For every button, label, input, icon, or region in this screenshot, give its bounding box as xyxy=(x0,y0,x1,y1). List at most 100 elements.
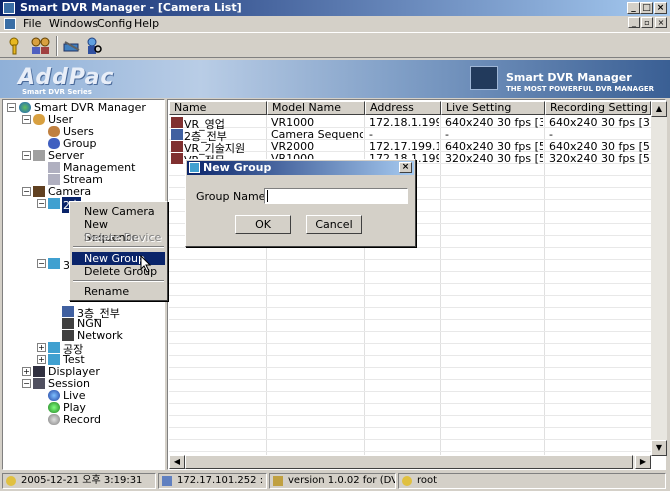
menu-bar: File Windows Config Help xyxy=(0,16,670,32)
clock-icon xyxy=(6,476,16,486)
mdi-minimize-icon[interactable]: _ xyxy=(628,17,640,28)
camera-device-icon xyxy=(171,117,183,128)
menu-windows[interactable]: Windows xyxy=(49,17,98,30)
tree-expander[interactable]: − xyxy=(22,115,31,124)
users-icon[interactable] xyxy=(30,36,50,56)
camera-device-icon xyxy=(62,318,74,329)
menu-rename[interactable]: Rename xyxy=(72,285,165,298)
menu-separator xyxy=(73,280,164,282)
ok-button[interactable]: OK xyxy=(235,215,291,234)
menu-separator xyxy=(73,246,164,248)
dialog-title: New Group xyxy=(203,161,272,174)
camera-device-icon xyxy=(62,330,74,341)
globe-icon xyxy=(19,102,31,113)
camera-device-icon xyxy=(171,153,183,164)
live-icon xyxy=(48,390,60,401)
text-caret xyxy=(267,190,268,202)
grid-line xyxy=(169,331,651,332)
grid-line xyxy=(169,307,651,308)
grid-line xyxy=(169,379,651,380)
grid-line xyxy=(169,295,651,296)
banner-product-name: Smart DVR Manager xyxy=(506,71,632,84)
group-name-input[interactable] xyxy=(264,188,408,204)
tree-expander[interactable]: − xyxy=(37,199,46,208)
menu-delete-device: Delete Device xyxy=(84,231,162,244)
camera-device-icon xyxy=(171,141,183,152)
tree-expander[interactable]: − xyxy=(7,103,16,112)
tree-expander[interactable]: + xyxy=(37,343,46,352)
cancel-button[interactable]: Cancel xyxy=(306,215,362,234)
menu-config[interactable]: Config xyxy=(97,17,132,30)
grid-line xyxy=(169,439,651,440)
column-header-model[interactable]: Model Name xyxy=(267,101,365,115)
column-header-live-setting[interactable]: Live Setting xyxy=(441,101,545,115)
column-header-address[interactable]: Address xyxy=(365,101,441,115)
cell-live-setting: 320x240 30 fps [512k] xyxy=(445,152,543,165)
status-user: root xyxy=(398,473,666,489)
close-icon[interactable]: × xyxy=(654,2,667,14)
grid-line xyxy=(169,355,651,356)
session-icon xyxy=(33,378,45,389)
tree-expander[interactable]: − xyxy=(22,187,31,196)
menu-new-sequence[interactable]: New Sequence xyxy=(72,218,165,244)
scroll-down-icon[interactable]: ▼ xyxy=(651,440,667,456)
user-icon xyxy=(48,126,60,137)
record-icon xyxy=(48,414,60,425)
group-dialog-icon xyxy=(189,162,200,173)
dialog-close-icon[interactable]: × xyxy=(399,162,412,173)
play-icon xyxy=(48,402,60,413)
scroll-right-icon[interactable]: ▶ xyxy=(635,455,651,469)
sequence-icon xyxy=(62,306,74,317)
tree-camera-network[interactable]: Network xyxy=(77,329,123,342)
column-header-name[interactable]: Name xyxy=(169,101,267,115)
banner-tagline: THE MOST POWERFUL DVR MANAGER xyxy=(506,85,654,93)
scroll-up-icon[interactable]: ▲ xyxy=(651,101,667,117)
camera-group-icon xyxy=(48,354,60,365)
menu-help[interactable]: Help xyxy=(134,17,159,30)
grid-line xyxy=(169,343,651,344)
connect-key-icon[interactable] xyxy=(6,36,26,56)
user-search-icon[interactable] xyxy=(84,36,104,56)
column-header-recording-setting[interactable]: Recording Setting xyxy=(545,101,651,115)
tree-expander[interactable]: + xyxy=(37,355,46,364)
grid-line xyxy=(440,115,441,455)
stream-icon xyxy=(48,174,60,185)
camera-group-icon xyxy=(48,258,60,269)
menu-new-camera[interactable]: New Camera xyxy=(72,205,165,218)
window-title: Smart DVR Manager - [Camera List] xyxy=(20,1,242,14)
status-version-text: version 1.0.02 for (DVR) xyxy=(288,475,395,486)
camera-icon xyxy=(33,186,45,197)
scroll-left-icon[interactable]: ◀ xyxy=(169,455,185,469)
camera-link-icon[interactable] xyxy=(62,36,82,56)
grid-line xyxy=(169,403,651,404)
user-folder-icon xyxy=(33,114,45,125)
status-server: 172.17.101.252 : 8020 xyxy=(158,473,267,489)
mdi-close-icon[interactable]: × xyxy=(655,17,667,28)
grid-line xyxy=(169,367,651,368)
tree-record[interactable]: Record xyxy=(63,413,101,426)
maximize-icon[interactable]: □ xyxy=(640,2,653,14)
status-server-text: 172.17.101.252 : 8020 xyxy=(177,475,266,486)
window-title-bar[interactable]: Smart DVR Manager - [Camera List] _ □ × xyxy=(0,0,670,16)
vertical-scrollbar[interactable] xyxy=(651,101,667,456)
menu-file[interactable]: File xyxy=(23,17,41,30)
tree-expander[interactable]: − xyxy=(22,151,31,160)
mdi-child-icon[interactable] xyxy=(4,18,16,30)
sequence-icon xyxy=(171,129,183,140)
dialog-title-bar[interactable]: New Group × xyxy=(187,161,414,175)
grid-line xyxy=(169,319,651,320)
status-user-text: root xyxy=(417,475,438,486)
minimize-icon[interactable]: _ xyxy=(627,2,640,14)
tree-expander[interactable]: + xyxy=(22,367,31,376)
tree-expander[interactable]: − xyxy=(22,379,31,388)
tree-expander[interactable]: − xyxy=(37,259,46,268)
camera-group-icon xyxy=(48,198,60,209)
grid-line xyxy=(169,451,651,452)
mdi-restore-icon[interactable]: ▫ xyxy=(641,17,653,28)
grid-line xyxy=(169,247,651,248)
app-icon xyxy=(3,2,15,14)
grid-line xyxy=(169,427,651,428)
management-icon xyxy=(48,162,60,173)
mouse-cursor-icon xyxy=(140,255,152,273)
scroll-thumb[interactable] xyxy=(185,455,633,469)
